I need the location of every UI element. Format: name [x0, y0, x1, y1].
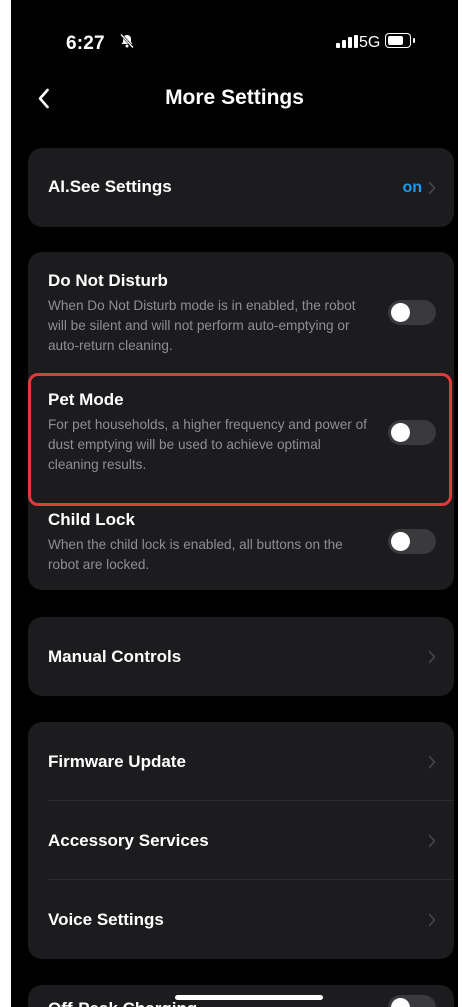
network-type: 5G	[359, 34, 381, 51]
status-time: 6:27	[66, 33, 105, 54]
child-lock-toggle[interactable]	[388, 529, 436, 554]
chevron-right-icon	[428, 755, 436, 769]
device-menu-card: Firmware Update Accessory Services Voice…	[28, 722, 454, 959]
ai-see-settings-row[interactable]: AI.See Settings on	[28, 148, 454, 227]
phone-screen: 6:27 5G More Settings AI.See Settings on…	[11, 0, 458, 1007]
mute-bell-icon	[119, 33, 135, 53]
accessory-services-row[interactable]: Accessory Services	[28, 801, 454, 880]
manual-controls-label: Manual Controls	[48, 647, 182, 666]
ai-see-status: on	[402, 179, 422, 196]
pet-mode-highlight	[28, 373, 452, 506]
home-indicator[interactable]	[175, 995, 323, 1000]
voice-settings-row[interactable]: Voice Settings	[28, 880, 454, 959]
chevron-right-icon	[428, 913, 436, 927]
ai-see-label: AI.See Settings	[48, 177, 172, 196]
chevron-right-icon	[428, 181, 436, 195]
child-lock-title: Child Lock	[48, 510, 135, 529]
manual-controls-row[interactable]: Manual Controls	[28, 617, 454, 696]
do-not-disturb-toggle[interactable]	[388, 300, 436, 325]
firmware-update-row[interactable]: Firmware Update	[28, 722, 454, 801]
voice-settings-label: Voice Settings	[48, 910, 164, 929]
do-not-disturb-title: Do Not Disturb	[48, 271, 168, 290]
chevron-right-icon	[428, 650, 436, 664]
chevron-right-icon	[428, 834, 436, 848]
firmware-update-label: Firmware Update	[48, 752, 186, 771]
do-not-disturb-description: When Do Not Disturb mode is in enabled, …	[48, 298, 356, 353]
accessory-services-label: Accessory Services	[48, 831, 209, 850]
off-peak-charging-label: Off-Peak Charging	[48, 999, 197, 1007]
child-lock-description: When the child lock is enabled, all butt…	[48, 537, 343, 572]
battery-icon	[385, 33, 415, 48]
page-title: More Settings	[165, 86, 304, 109]
signal-icon	[336, 35, 358, 48]
off-peak-charging-toggle[interactable]	[388, 995, 436, 1007]
